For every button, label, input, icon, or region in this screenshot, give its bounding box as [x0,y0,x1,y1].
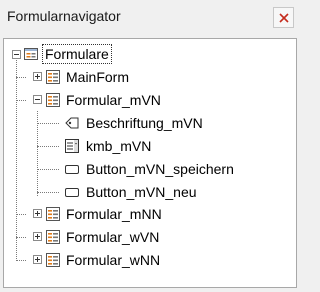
title-bar: Formularnavigator [0,0,301,34]
tree-line [16,77,26,78]
push-button-icon [65,188,79,197]
label-field-icon [65,117,79,129]
push-button-icon [65,165,79,174]
window-title: Formularnavigator [7,8,121,24]
tree-item-form[interactable]: Formular_mNN [64,205,164,223]
tree-line [37,123,59,124]
combobox-icon [65,139,79,153]
form-icon [46,207,60,221]
tree-item-formulare[interactable]: Formulare [42,44,112,64]
form-tree: Formulare MainForm Formular_mVN Beschrif… [4,39,296,287]
forms-icon [24,48,38,60]
form-icon [46,93,60,107]
tree-line [37,169,59,170]
tree-line [37,192,59,193]
expand-toggle-formular-wvn[interactable] [33,232,42,241]
tree-line [16,260,26,261]
tree-line [16,214,26,215]
expand-toggle-formular-wnn[interactable] [33,255,42,264]
collapse-toggle-formular-mvn[interactable] [33,95,42,104]
tree-item-control[interactable]: Beschriftung_mVN [84,114,205,132]
tree-line [37,146,59,147]
tree-item-form[interactable]: MainForm [64,68,131,86]
form-tree-panel[interactable]: Formulare MainForm Formular_mVN Beschrif… [3,38,297,288]
expand-toggle-mainform[interactable] [33,72,42,81]
form-icon [46,253,60,267]
tree-item-form[interactable]: Formular_wNN [64,251,162,269]
tree-item-control[interactable]: Button_mVN_speichern [84,160,236,178]
tree-item-control[interactable]: Button_mVN_neu [84,183,199,201]
tree-line [16,60,17,261]
form-icon [46,230,60,244]
close-icon [279,13,289,23]
collapse-toggle-formulare[interactable] [12,50,21,59]
tree-line [16,237,26,238]
form-icon [46,70,60,84]
close-button[interactable] [273,7,294,28]
tree-item-control[interactable]: kmb_mVN [84,137,153,155]
expand-toggle-formular-mnn[interactable] [33,209,42,218]
tree-line [16,100,26,101]
tree-item-form[interactable]: Formular_wVN [64,228,161,246]
tree-item-form[interactable]: Formular_mVN [64,91,163,109]
